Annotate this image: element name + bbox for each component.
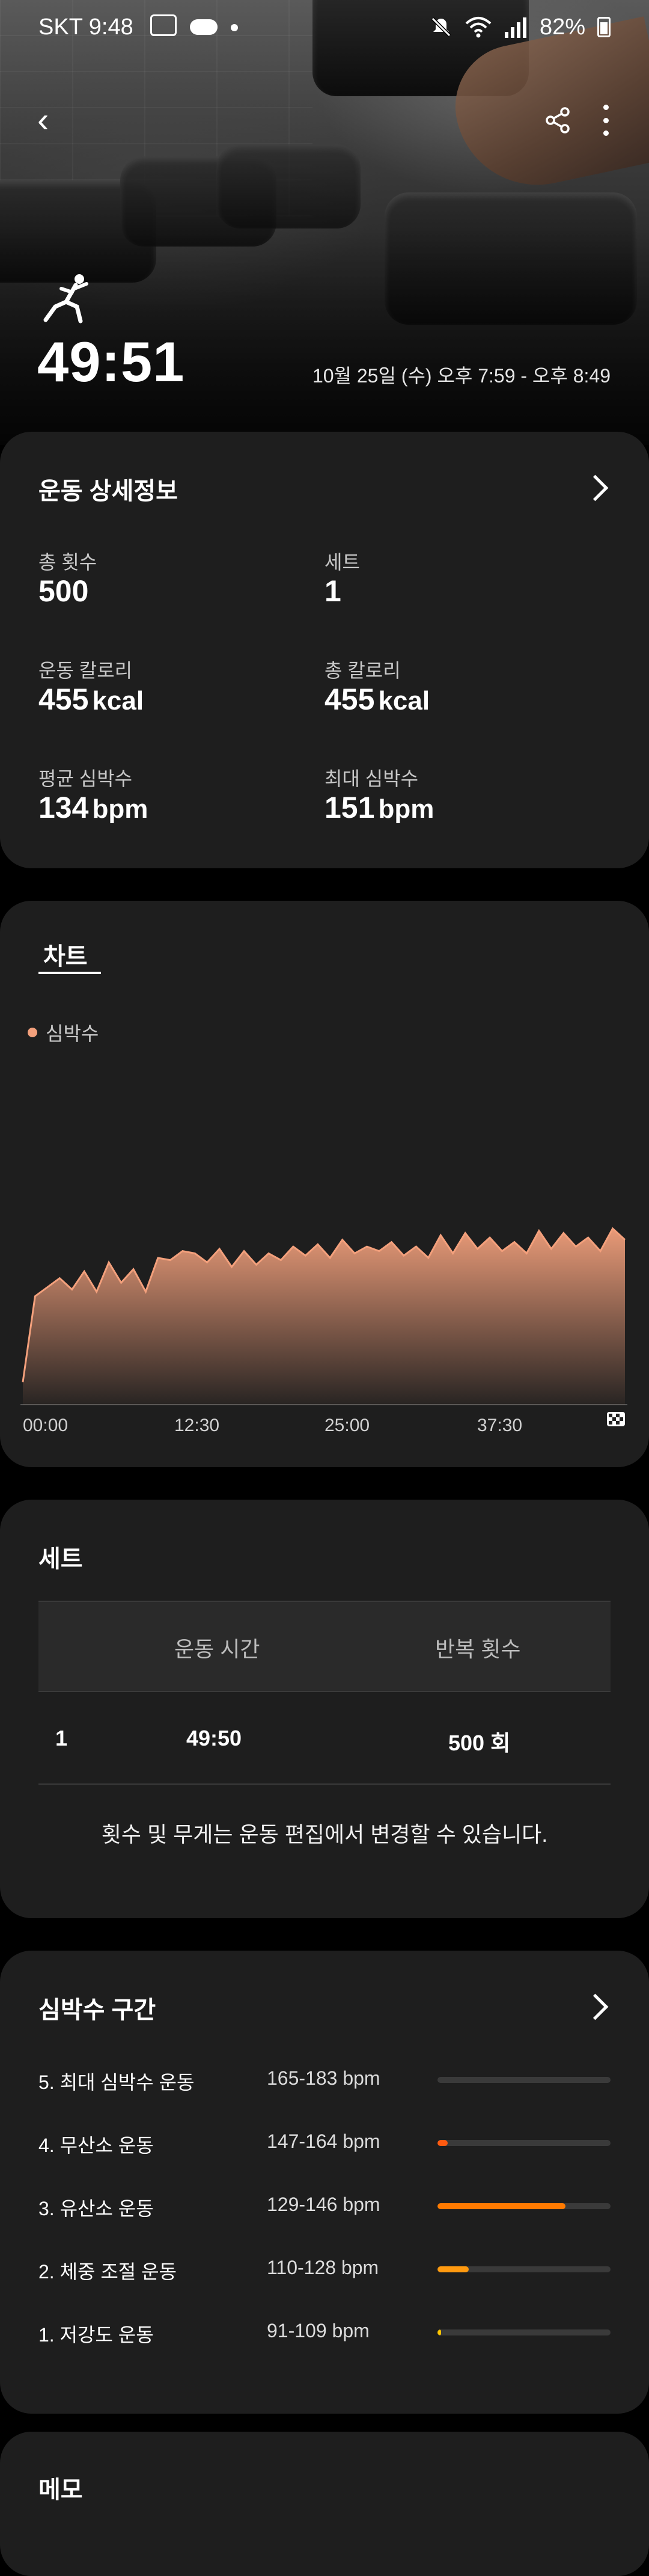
hr-zones-title: 심박수 구간	[38, 1997, 156, 2023]
workout-details-card[interactable]: 운동 상세정보 총 횟수 500 세트 1 운동 칼로리 455 kcal 총 칼…	[0, 432, 649, 868]
zone-range: 91-109 bpm	[267, 2320, 370, 2341]
hr-zone-row: 1. 저강도 운동 91-109 bpm	[38, 2317, 611, 2348]
mute-icon	[431, 17, 451, 37]
hero-banner: SKT 9:48 82% ‹ 49:51 10월 25일 (수) 오후 7:59…	[0, 0, 649, 445]
zone-bar-fill	[437, 2329, 441, 2335]
stat-number: 500	[38, 574, 89, 608]
stat-number: 151	[324, 791, 375, 824]
battery-percent: 82%	[539, 14, 585, 40]
zone-bar-track	[437, 2266, 611, 2272]
wifi-icon	[465, 17, 492, 38]
share-icon[interactable]	[544, 107, 571, 133]
status-time: SKT 9:48	[38, 14, 133, 40]
stat-label: 총 횟수	[38, 551, 97, 573]
hr-zone-row: 5. 최대 심박수 운동 165-183 bpm	[38, 2065, 611, 2095]
status-right: 82%	[429, 0, 611, 54]
status-bar: SKT 9:48 82%	[0, 0, 649, 54]
stat-unit: kcal	[378, 686, 430, 716]
stat-value: 455 kcal	[324, 682, 430, 717]
heart-rate-area	[23, 1228, 625, 1405]
cloud-icon	[190, 19, 218, 35]
stat-number: 455	[324, 682, 375, 716]
workout-duration: 49:51	[37, 330, 185, 393]
memo-card[interactable]: 메모	[0, 2432, 649, 2576]
heart-rate-zones-card[interactable]: 심박수 구간 5. 최대 심박수 운동 165-183 bpm 4. 무산소 운…	[0, 1951, 649, 2414]
hr-zone-row: 2. 체중 조절 운동 110-128 bpm	[38, 2254, 611, 2284]
zone-name: 1. 저강도 운동	[38, 2324, 154, 2346]
stat-value: 455 kcal	[38, 682, 144, 717]
stat-number: 134	[38, 791, 89, 824]
stat-number: 1	[324, 574, 341, 608]
x-tick-label: 37:30	[477, 1415, 522, 1435]
background-dumbbell	[216, 144, 361, 228]
zone-name: 2. 체중 조절 운동	[38, 2261, 177, 2283]
battery-icon	[597, 17, 611, 37]
details-title: 운동 상세정보	[38, 478, 178, 504]
finish-flag-icon	[607, 1412, 625, 1426]
workout-datetime: 10월 25일 (수) 오후 7:59 - 오후 8:49	[312, 365, 611, 387]
back-arrow-icon[interactable]: ‹	[37, 103, 49, 138]
column-header-time: 운동 시간	[174, 1637, 260, 1661]
stat-value: 500	[38, 574, 92, 609]
sets-table: 운동 시간 반복 횟수 1 49:50 500 회	[38, 1601, 611, 1785]
stat-value: 151 bpm	[324, 790, 434, 825]
zone-bar-fill	[437, 2203, 566, 2209]
x-tick-label: 12:30	[174, 1415, 219, 1435]
sets-title: 세트	[38, 1546, 83, 1572]
gallery-icon	[150, 14, 177, 36]
stat-unit: bpm	[378, 794, 434, 824]
hr-zone-row: 3. 유산소 운동 129-146 bpm	[38, 2191, 611, 2221]
set-time: 49:50	[186, 1726, 242, 1750]
stat-unit: bpm	[92, 794, 148, 824]
zone-name: 3. 유산소 운동	[38, 2198, 154, 2219]
chevron-right-icon[interactable]	[582, 1993, 609, 2020]
workout-figure-icon	[43, 274, 88, 324]
chart-card: 차트 심박수 00:00 12:30 25:00 37:30	[0, 901, 649, 1467]
stat-label: 운동 칼로리	[38, 660, 133, 681]
zone-range: 147-164 bpm	[267, 2130, 380, 2152]
stat-value: 134 bpm	[38, 790, 148, 825]
sets-note: 횟수 및 무게는 운동 편집에서 변경할 수 있습니다.	[101, 1822, 548, 1847]
stat-unit: kcal	[92, 686, 144, 716]
stat-label: 세트	[324, 551, 360, 573]
zone-name: 5. 최대 심박수 운동	[38, 2072, 195, 2093]
dot-icon	[231, 24, 238, 31]
sets-card: 세트 운동 시간 반복 횟수 1 49:50 500 회 횟수 및 무게는 운동…	[0, 1500, 649, 1918]
heart-rate-chart[interactable]: 00:00 12:30 25:00 37:30	[0, 901, 649, 1467]
x-tick-label: 25:00	[324, 1415, 370, 1435]
stat-number: 455	[38, 682, 89, 716]
zone-name: 4. 무산소 운동	[38, 2135, 154, 2156]
zone-bar-fill	[437, 2266, 469, 2272]
hr-zone-row: 4. 무산소 운동 147-164 bpm	[38, 2128, 611, 2158]
memo-title: 메모	[38, 2477, 83, 2503]
zone-bar-track	[437, 2329, 611, 2335]
top-app-bar: ‹	[0, 96, 649, 144]
chevron-right-icon[interactable]	[582, 474, 609, 501]
table-header: 운동 시간 반복 횟수	[38, 1601, 611, 1692]
set-index: 1	[55, 1726, 68, 1750]
stat-label: 평균 심박수	[38, 768, 133, 790]
zone-range: 110-128 bpm	[267, 2257, 379, 2278]
stat-label: 총 칼로리	[324, 660, 401, 681]
zone-bar-track	[437, 2203, 611, 2209]
zone-bar-fill	[437, 2140, 448, 2146]
column-header-reps: 반복 횟수	[435, 1637, 521, 1661]
table-row[interactable]: 1 49:50 500 회	[38, 1692, 611, 1785]
stat-label: 최대 심박수	[324, 768, 419, 790]
zone-bar-track	[437, 2140, 611, 2146]
set-reps: 500 회	[448, 1731, 511, 1755]
x-tick-label: 00:00	[23, 1415, 68, 1435]
status-left-icons	[150, 14, 238, 36]
zone-range: 129-146 bpm	[267, 2194, 380, 2215]
zone-range: 165-183 bpm	[267, 2067, 380, 2089]
signal-icon	[504, 17, 526, 38]
stat-value: 1	[324, 574, 345, 609]
zone-bar-track	[437, 2077, 611, 2083]
more-vertical-icon[interactable]	[600, 105, 612, 136]
